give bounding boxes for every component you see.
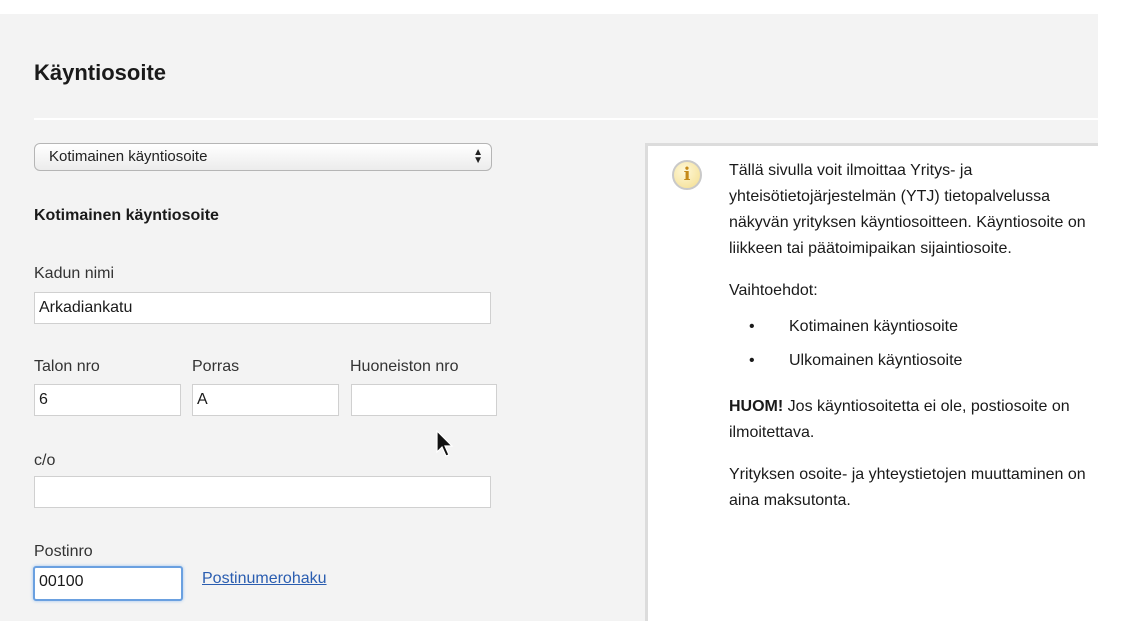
care-of-input[interactable] [34,476,491,508]
list-item: Kotimainen käyntiosoite [729,310,1099,344]
stairway-input[interactable]: A [192,384,339,416]
house-number-label: Talon nro [34,358,100,375]
apartment-number-input[interactable] [351,384,497,416]
address-type-select[interactable]: Kotimainen käyntiosoite ▲ ▼ [34,143,492,171]
house-number-input[interactable]: 6 [34,384,181,416]
free-of-charge-text: Yrityksen osoite- ja yhteystietojen muut… [729,466,1086,509]
care-of-label: c/o [34,452,56,469]
options-heading: Vaihtoehdot: [729,282,818,299]
postal-code-lookup-link[interactable]: Postinumerohaku [202,570,327,588]
title-divider [34,118,1098,120]
options-list: Kotimainen käyntiosoite Ulkomainen käynt… [729,310,1099,378]
page-title: Käyntiosoite [34,60,167,85]
info-icon: i [672,160,702,190]
street-input[interactable]: Arkadiankatu [34,292,491,324]
stairway-label: Porras [192,358,240,375]
list-item: Ulkomainen käyntiosoite [729,344,1099,378]
note-bold: HUOM! [729,398,784,415]
info-panel: i Tällä sivulla voit ilmoittaa Yritys- j… [645,143,1098,621]
street-label: Kadun nimi [34,265,115,282]
info-intro: Tällä sivulla voit ilmoittaa Yritys- ja … [729,162,1086,257]
mouse-cursor-icon [436,430,454,457]
info-body: Tällä sivulla voit ilmoittaa Yritys- ja … [729,158,1099,514]
right-edge-strip [1098,0,1125,621]
address-type-selected: Kotimainen käyntiosoite [49,148,208,165]
postal-code-input[interactable]: 00100 [33,566,183,601]
select-arrows-icon: ▲ ▼ [473,147,483,166]
apartment-number-label: Huoneiston nro [350,358,459,375]
section-heading: Kotimainen käyntiosoite [34,207,219,224]
postal-code-label: Postinro [34,543,93,560]
note-paragraph: HUOM! Jos käyntiosoitetta ei ole, postio… [729,394,1099,446]
top-strip [0,0,1125,14]
